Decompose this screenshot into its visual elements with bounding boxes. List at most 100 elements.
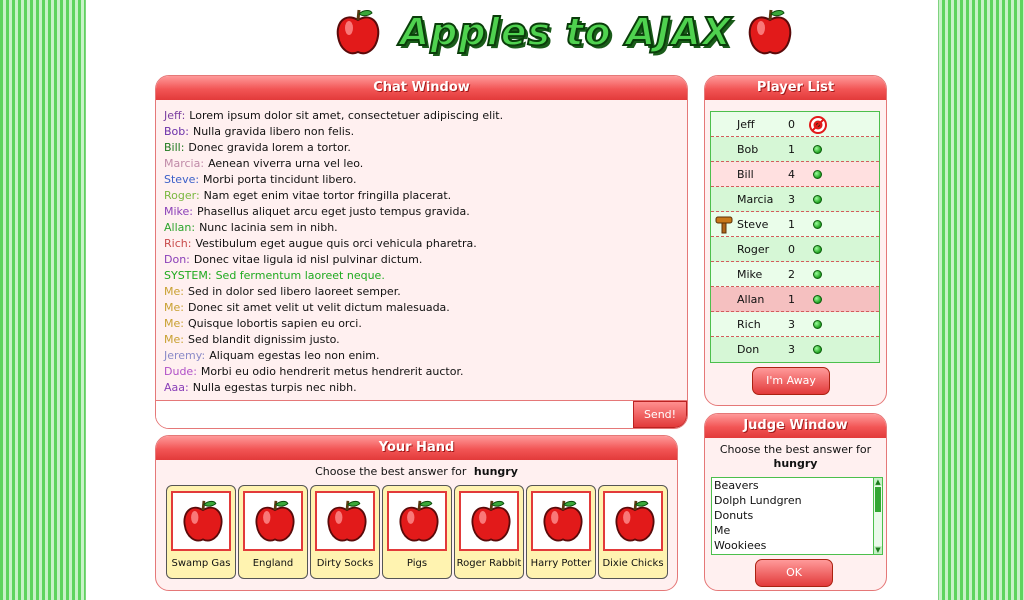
chat-message-sender: Bill: xyxy=(164,141,185,154)
answer-card-label: Dixie Chicks xyxy=(602,558,664,569)
chat-message-text: Quisque lobortis sapien eu orci. xyxy=(187,317,362,330)
send-button[interactable]: Send! xyxy=(633,401,687,428)
chat-message-sender: Roger: xyxy=(164,189,200,202)
player-row: Marcia 3 xyxy=(711,187,879,212)
chat-message-sender: Steve: xyxy=(164,173,200,186)
judge-option[interactable]: Donuts xyxy=(712,508,882,523)
player-table: Jeff 0 Bob 1 Bill 4 Marcia 3 Steve 1 Roger 0 Mike 2 Al… xyxy=(710,111,880,363)
apple-logo-icon xyxy=(336,9,380,55)
chat-message-text: Sed in dolor sed libero laoreet semper. xyxy=(187,285,401,298)
player-name: Bob xyxy=(737,143,759,156)
chat-message-text: Sed fermentum laoreet neque. xyxy=(215,269,385,282)
scroll-down-icon[interactable]: ▼ xyxy=(874,546,882,554)
away-button[interactable]: I'm Away xyxy=(752,367,830,395)
chat-message: Jeff: Lorem ipsum dolor sit amet, consect… xyxy=(164,108,679,124)
scroll-up-icon[interactable]: ▲ xyxy=(874,478,882,486)
answer-card[interactable]: England xyxy=(238,485,308,579)
player-name: Rich xyxy=(737,318,761,331)
answer-card-label: Roger Rabbit xyxy=(456,558,522,569)
ok-button[interactable]: OK xyxy=(755,559,833,587)
answer-card[interactable]: Dirty Socks xyxy=(310,485,380,579)
chat-window: Chat Window Jeff: Lorem ipsum dolor sit a… xyxy=(155,75,688,429)
chat-message-text: Nulla gravida libero non felis. xyxy=(192,125,355,138)
player-row: Jeff 0 xyxy=(711,112,879,137)
player-row: Allan 1 xyxy=(711,287,879,312)
chat-window-title: Chat Window xyxy=(156,76,687,100)
player-row: Steve 1 xyxy=(711,212,879,237)
answer-card[interactable]: Roger Rabbit xyxy=(454,485,524,579)
apple-icon xyxy=(315,491,375,551)
chat-input-row: Send! xyxy=(156,400,687,428)
judge-word: hungry xyxy=(773,457,818,470)
chat-message: Me: Sed blandit dignissim justo. xyxy=(164,332,679,348)
player-row: Bob 1 xyxy=(711,137,879,162)
answer-card-label: Pigs xyxy=(406,558,428,569)
chat-message: Steve: Morbi porta tincidunt libero. xyxy=(164,172,679,188)
chat-message-sender: Jeremy: xyxy=(164,349,206,362)
chat-message: Don: Donec vitae ligula id nisl pulvinar … xyxy=(164,252,679,268)
chat-message: Roger: Nam eget enim vitae tortor fringil… xyxy=(164,188,679,204)
player-name: Steve xyxy=(737,218,769,231)
answer-card[interactable]: Swamp Gas xyxy=(166,485,236,579)
chat-message: Me: Quisque lobortis sapien eu orci. xyxy=(164,316,679,332)
chat-message: Bill: Donec gravida lorem a tortor. xyxy=(164,140,679,156)
chat-message-sender: Marcia: xyxy=(164,157,205,170)
chat-message-text: Aliquam egestas leo non enim. xyxy=(209,349,380,362)
player-score: 3 xyxy=(788,318,795,331)
judge-window-title: Judge Window xyxy=(705,414,886,438)
answer-card[interactable]: Pigs xyxy=(382,485,452,579)
player-row: Bill 4 xyxy=(711,162,879,187)
hand-panel-title: Your Hand xyxy=(156,436,677,460)
scroll-thumb[interactable] xyxy=(875,487,881,512)
chat-message-text: Morbi porta tincidunt libero. xyxy=(203,173,357,186)
chat-message-text: Phasellus aliquet arcu eget justo tempus… xyxy=(197,205,470,218)
answer-card[interactable]: Dixie Chicks xyxy=(598,485,668,579)
judge-option[interactable]: Me xyxy=(712,523,882,538)
hand-prompt-word: hungry xyxy=(473,465,518,478)
player-list-title: Player List xyxy=(705,76,886,100)
player-name: Roger xyxy=(737,243,770,256)
app-header: Apples to AJAX xyxy=(334,8,796,60)
chat-message-sender: Me: xyxy=(164,317,184,330)
chat-message: Me: Donec sit amet velit ut velit dictum … xyxy=(164,300,679,316)
online-status-icon xyxy=(813,270,822,279)
player-score: 0 xyxy=(788,118,795,131)
chat-message-sender: SYSTEM: xyxy=(164,269,212,282)
chat-message: SYSTEM: Sed fermentum laoreet neque. xyxy=(164,268,679,284)
chat-message: Bob: Nulla gravida libero non felis. xyxy=(164,124,679,140)
chat-message: Dude: Morbi eu odio hendrerit metus hendr… xyxy=(164,364,679,380)
judge-option[interactable]: Wookiees xyxy=(712,538,882,553)
apple-icon xyxy=(603,491,663,551)
answer-card[interactable]: Harry Potter xyxy=(526,485,596,579)
chat-message-sender: Jeff: xyxy=(164,109,186,122)
judge-list-scrollbar[interactable]: ▲ ▼ xyxy=(873,478,882,554)
chat-message-text: Donec gravida lorem a tortor. xyxy=(188,141,351,154)
apple-icon xyxy=(531,491,591,551)
chat-message: Aaa: Nulla egestas turpis nec nibh. xyxy=(164,380,679,396)
player-row: Mike 2 xyxy=(711,262,879,287)
chat-log: Jeff: Lorem ipsum dolor sit amet, consect… xyxy=(156,100,687,396)
player-name: Allan xyxy=(737,293,765,306)
apple-icon xyxy=(171,491,231,551)
player-name: Jeff xyxy=(737,118,755,131)
chat-message-sender: Me: xyxy=(164,333,184,346)
chat-message-sender: Mike: xyxy=(164,205,193,218)
player-name: Bill xyxy=(737,168,754,181)
hand-panel: Your Hand Choose the best answer for hun… xyxy=(155,435,678,591)
player-score: 0 xyxy=(788,243,795,256)
chat-message: Rich: Vestibulum eget augue quis orci veh… xyxy=(164,236,679,252)
apple-icon xyxy=(459,491,519,551)
chat-input[interactable] xyxy=(156,401,633,428)
judge-option[interactable]: Dolph Lundgren xyxy=(712,493,882,508)
chat-message-sender: Me: xyxy=(164,301,184,314)
answer-card-label: England xyxy=(252,558,294,569)
online-status-icon xyxy=(813,170,822,179)
player-score: 1 xyxy=(788,218,795,231)
apple-icon xyxy=(387,491,447,551)
apple-icon xyxy=(243,491,303,551)
judge-option[interactable]: Beavers xyxy=(712,478,882,493)
player-score: 3 xyxy=(788,343,795,356)
online-status-icon xyxy=(813,220,822,229)
judge-answer-list[interactable]: Beavers Dolph Lundgren Donuts Me Wookiees ▲ … xyxy=(711,477,883,555)
online-status-icon xyxy=(813,295,822,304)
